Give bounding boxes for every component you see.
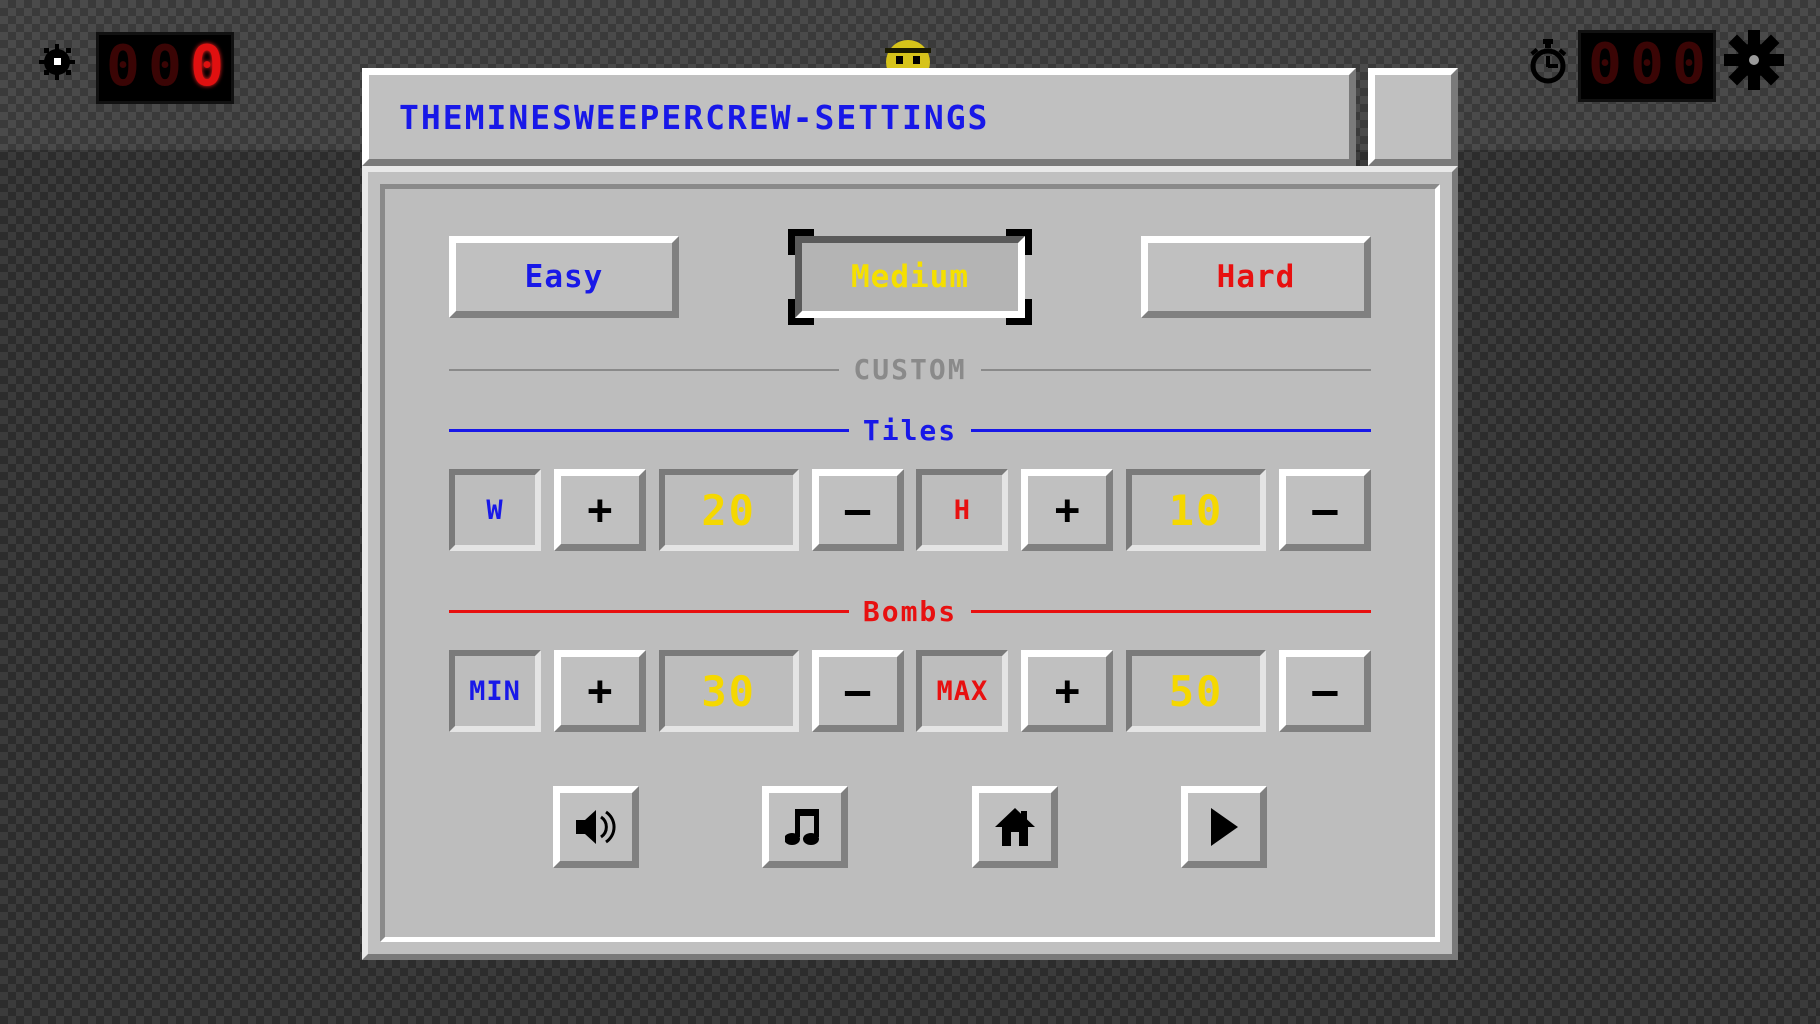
tiles-height-decrement-button[interactable]: — [1278,469,1371,551]
home-button[interactable] [971,786,1058,868]
bomb-counter-display: 0 0 0 [96,32,234,104]
music-note-icon [785,809,820,845]
bombs-section-divider: Bombs [441,595,1379,628]
play-button[interactable] [1181,786,1268,868]
dialog-body: Easy Medium Hard CUSTOM Tiles W + 20 — H… [362,166,1458,960]
settings-dialog: THEMINESWEEPERCREW-SETTINGS Easy Medium … [362,68,1458,960]
gear-icon[interactable] [1722,28,1786,92]
dialog-title: THEMINESWEEPERCREW-SETTINGS [399,97,990,137]
action-button-row [441,786,1379,868]
difficulty-button-medium-wrapper: Medium [788,229,1032,325]
bombs-min-decrement-button[interactable]: — [811,650,904,732]
bombs-min-label: MIN [449,650,541,732]
divider-line-left [449,429,849,432]
bomb-counter-digit-1: 0 [106,34,140,99]
difficulty-button-hard[interactable]: Hard [1141,236,1371,318]
sound-button[interactable] [552,786,639,868]
divider-line-right [971,429,1372,432]
bombs-section-label: Bombs [862,595,958,628]
difficulty-button-medium[interactable]: Medium [795,236,1025,318]
bombs-max-label: MAX [916,650,1009,732]
play-icon [1211,808,1239,846]
tiles-section-divider: Tiles [441,414,1379,447]
custom-section-divider: CUSTOM [441,353,1379,386]
bombs-min-value: 30 [658,650,799,732]
bombs-max-increment-button[interactable]: + [1021,650,1114,732]
divider-line-left [449,610,849,613]
tiles-stepper-row: W + 20 — H + 10 — [441,469,1379,551]
stopwatch-icon [1530,39,1567,84]
custom-section-label: CUSTOM [853,353,967,386]
tiles-height-label: H [916,469,1009,551]
bombs-max-value: 50 [1126,650,1267,732]
divider-line-right [980,368,1371,371]
music-button[interactable] [762,786,849,868]
selection-corner-bottom-right [1006,299,1032,325]
selection-corner-top-right [1006,229,1032,255]
selection-corner-bottom-left [788,299,814,325]
close-button[interactable] [1368,68,1458,166]
tiles-width-decrement-button[interactable]: — [811,469,904,551]
divider-line-left [449,368,840,371]
tiles-width-value: 20 [658,469,799,551]
home-icon [994,808,1035,846]
bombs-min-increment-button[interactable]: + [553,650,646,732]
bombs-stepper-row: MIN + 30 — MAX + 50 — [441,650,1379,732]
tiles-height-increment-button[interactable]: + [1021,469,1114,551]
tiles-width-label: W [449,469,541,551]
bomb-counter-digit-2: 0 [148,34,182,99]
dialog-content-panel: Easy Medium Hard CUSTOM Tiles W + 20 — H… [380,184,1440,942]
timer-counter-digit-3: 0 [1672,32,1706,97]
tiles-height-value: 10 [1126,469,1267,551]
bomb-icon [39,44,75,80]
sound-icon [575,810,616,844]
divider-line-right [971,610,1372,613]
timer-counter-digit-1: 0 [1588,32,1622,97]
timer-counter-digit-2: 0 [1630,32,1664,97]
tiles-width-increment-button[interactable]: + [553,469,646,551]
difficulty-button-easy[interactable]: Easy [449,236,679,318]
dialog-titlebar-row: THEMINESWEEPERCREW-SETTINGS [362,68,1458,166]
game-desktop-background: 0 0 0 0 0 0 THEMINESWEEPERCREW-SETTINGS … [0,0,1820,1024]
dialog-titlebar[interactable]: THEMINESWEEPERCREW-SETTINGS [362,68,1356,166]
selection-corner-top-left [788,229,814,255]
timer-counter-display: 0 0 0 [1578,30,1716,102]
bombs-max-decrement-button[interactable]: — [1278,650,1371,732]
difficulty-selector: Easy Medium Hard [441,229,1379,325]
bomb-counter-digit-3: 0 [190,34,224,99]
tiles-section-label: Tiles [862,414,958,447]
